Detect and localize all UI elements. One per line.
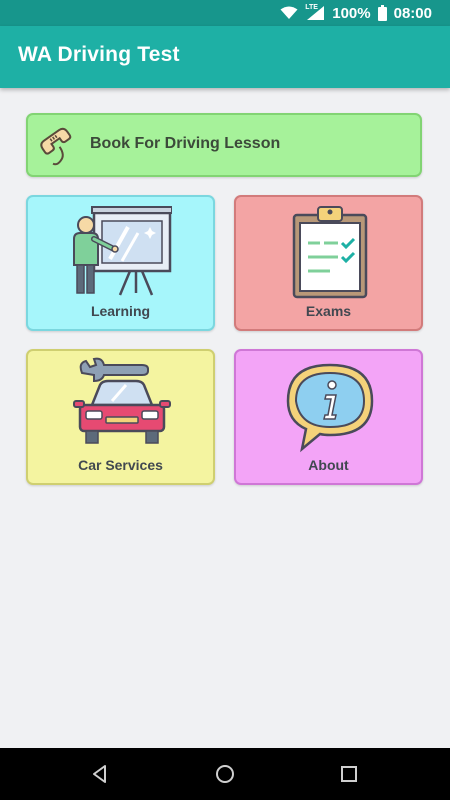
clock: 08:00 — [393, 4, 432, 22]
status-icons: LTE 100% 08:00 — [280, 0, 432, 26]
tile-exams[interactable]: Exams — [234, 195, 423, 331]
tile-about[interactable]: About — [234, 349, 423, 485]
navigation-bar — [0, 748, 450, 800]
tile-learning[interactable]: Learning — [26, 195, 215, 331]
back-icon[interactable] — [88, 762, 112, 786]
main-content: Book For Driving Lesson Learning Exams C… — [0, 88, 450, 748]
book-driving-lesson-label: Book For Driving Lesson — [90, 135, 281, 152]
app-bar: WA Driving Test — [0, 26, 450, 88]
tile-car-services-label: Car Services — [78, 457, 163, 473]
home-icon[interactable] — [213, 762, 237, 786]
book-driving-lesson-button[interactable]: Book For Driving Lesson — [26, 113, 422, 177]
lte-signal: LTE — [305, 4, 325, 21]
phone-handset-icon — [40, 127, 72, 166]
tile-learning-label: Learning — [90, 303, 151, 319]
battery-icon — [377, 5, 387, 21]
wifi-icon — [280, 6, 298, 19]
clipboard-checklist-icon — [292, 206, 368, 299]
info-speech-bubble-icon — [286, 363, 374, 453]
tile-exams-label: Exams — [305, 303, 352, 319]
tile-about-label: About — [308, 457, 349, 473]
teacher-whiteboard-icon — [73, 206, 172, 296]
cell-signal-icon — [307, 6, 325, 20]
recents-icon[interactable] — [337, 762, 361, 786]
app-title: WA Driving Test — [18, 43, 180, 66]
battery-percent: 100% — [332, 4, 371, 22]
tile-car-services[interactable]: Car Services — [26, 349, 215, 485]
status-bar: LTE 100% 08:00 — [0, 0, 450, 26]
car-wrench-icon — [73, 357, 171, 444]
